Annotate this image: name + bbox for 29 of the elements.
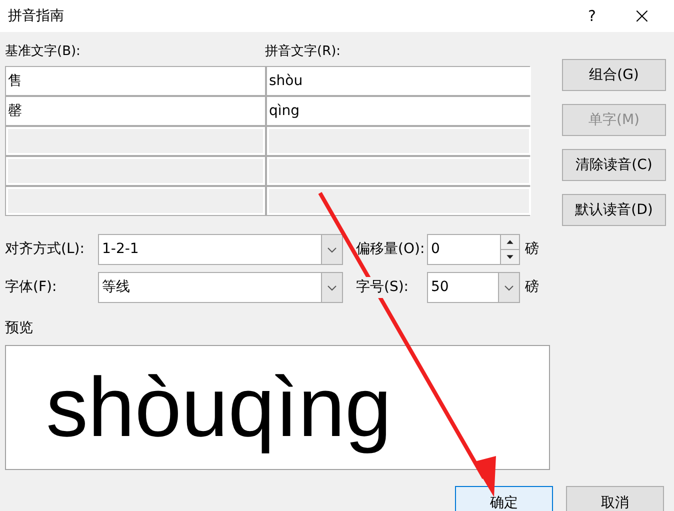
font-dropdown[interactable]: 等线 [98,272,343,303]
side-button[interactable]: 组合(G) [562,59,666,91]
base-text-field[interactable]: 售 [6,67,265,95]
ruby-text-field[interactable]: shòu [267,67,531,95]
column-label: 拼音文字(R): [265,43,341,61]
field-label: 偏移量(O): [356,240,426,259]
ruby-text-field[interactable]: qìng [267,97,531,125]
dialog-button[interactable]: 确定 [455,486,553,511]
chevron-down-icon [504,284,514,290]
alignment-dropdown[interactable]: 1-2-1 [98,234,343,265]
preview-label: 预览 [5,319,33,338]
chevron-down-icon [327,246,337,252]
field-label: 对齐方式(L): [5,240,86,259]
field-label: 字体(F): [5,278,58,297]
dialog-button[interactable]: 取消 [566,486,664,511]
preview-text: shòuqìng [46,359,392,456]
column-label: 基准文字(B): [5,43,82,61]
unit-label: 磅 [525,278,540,297]
size-dropdown[interactable]: 50 [427,272,520,303]
base-text-field[interactable]: 罄 [6,97,265,125]
side-button[interactable]: 默认读音(D) [562,194,666,226]
offset-spinbox[interactable]: 0 [427,234,520,265]
field-label: 字号(S): [356,277,409,298]
side-button[interactable]: 清除读音(C) [562,149,666,181]
close-button[interactable]: × [614,0,670,32]
chevron-down-icon [327,284,337,290]
unit-label: 磅 [525,240,540,259]
window-title: 拼音指南 [8,6,64,26]
help-button[interactable]: ? [570,0,614,32]
